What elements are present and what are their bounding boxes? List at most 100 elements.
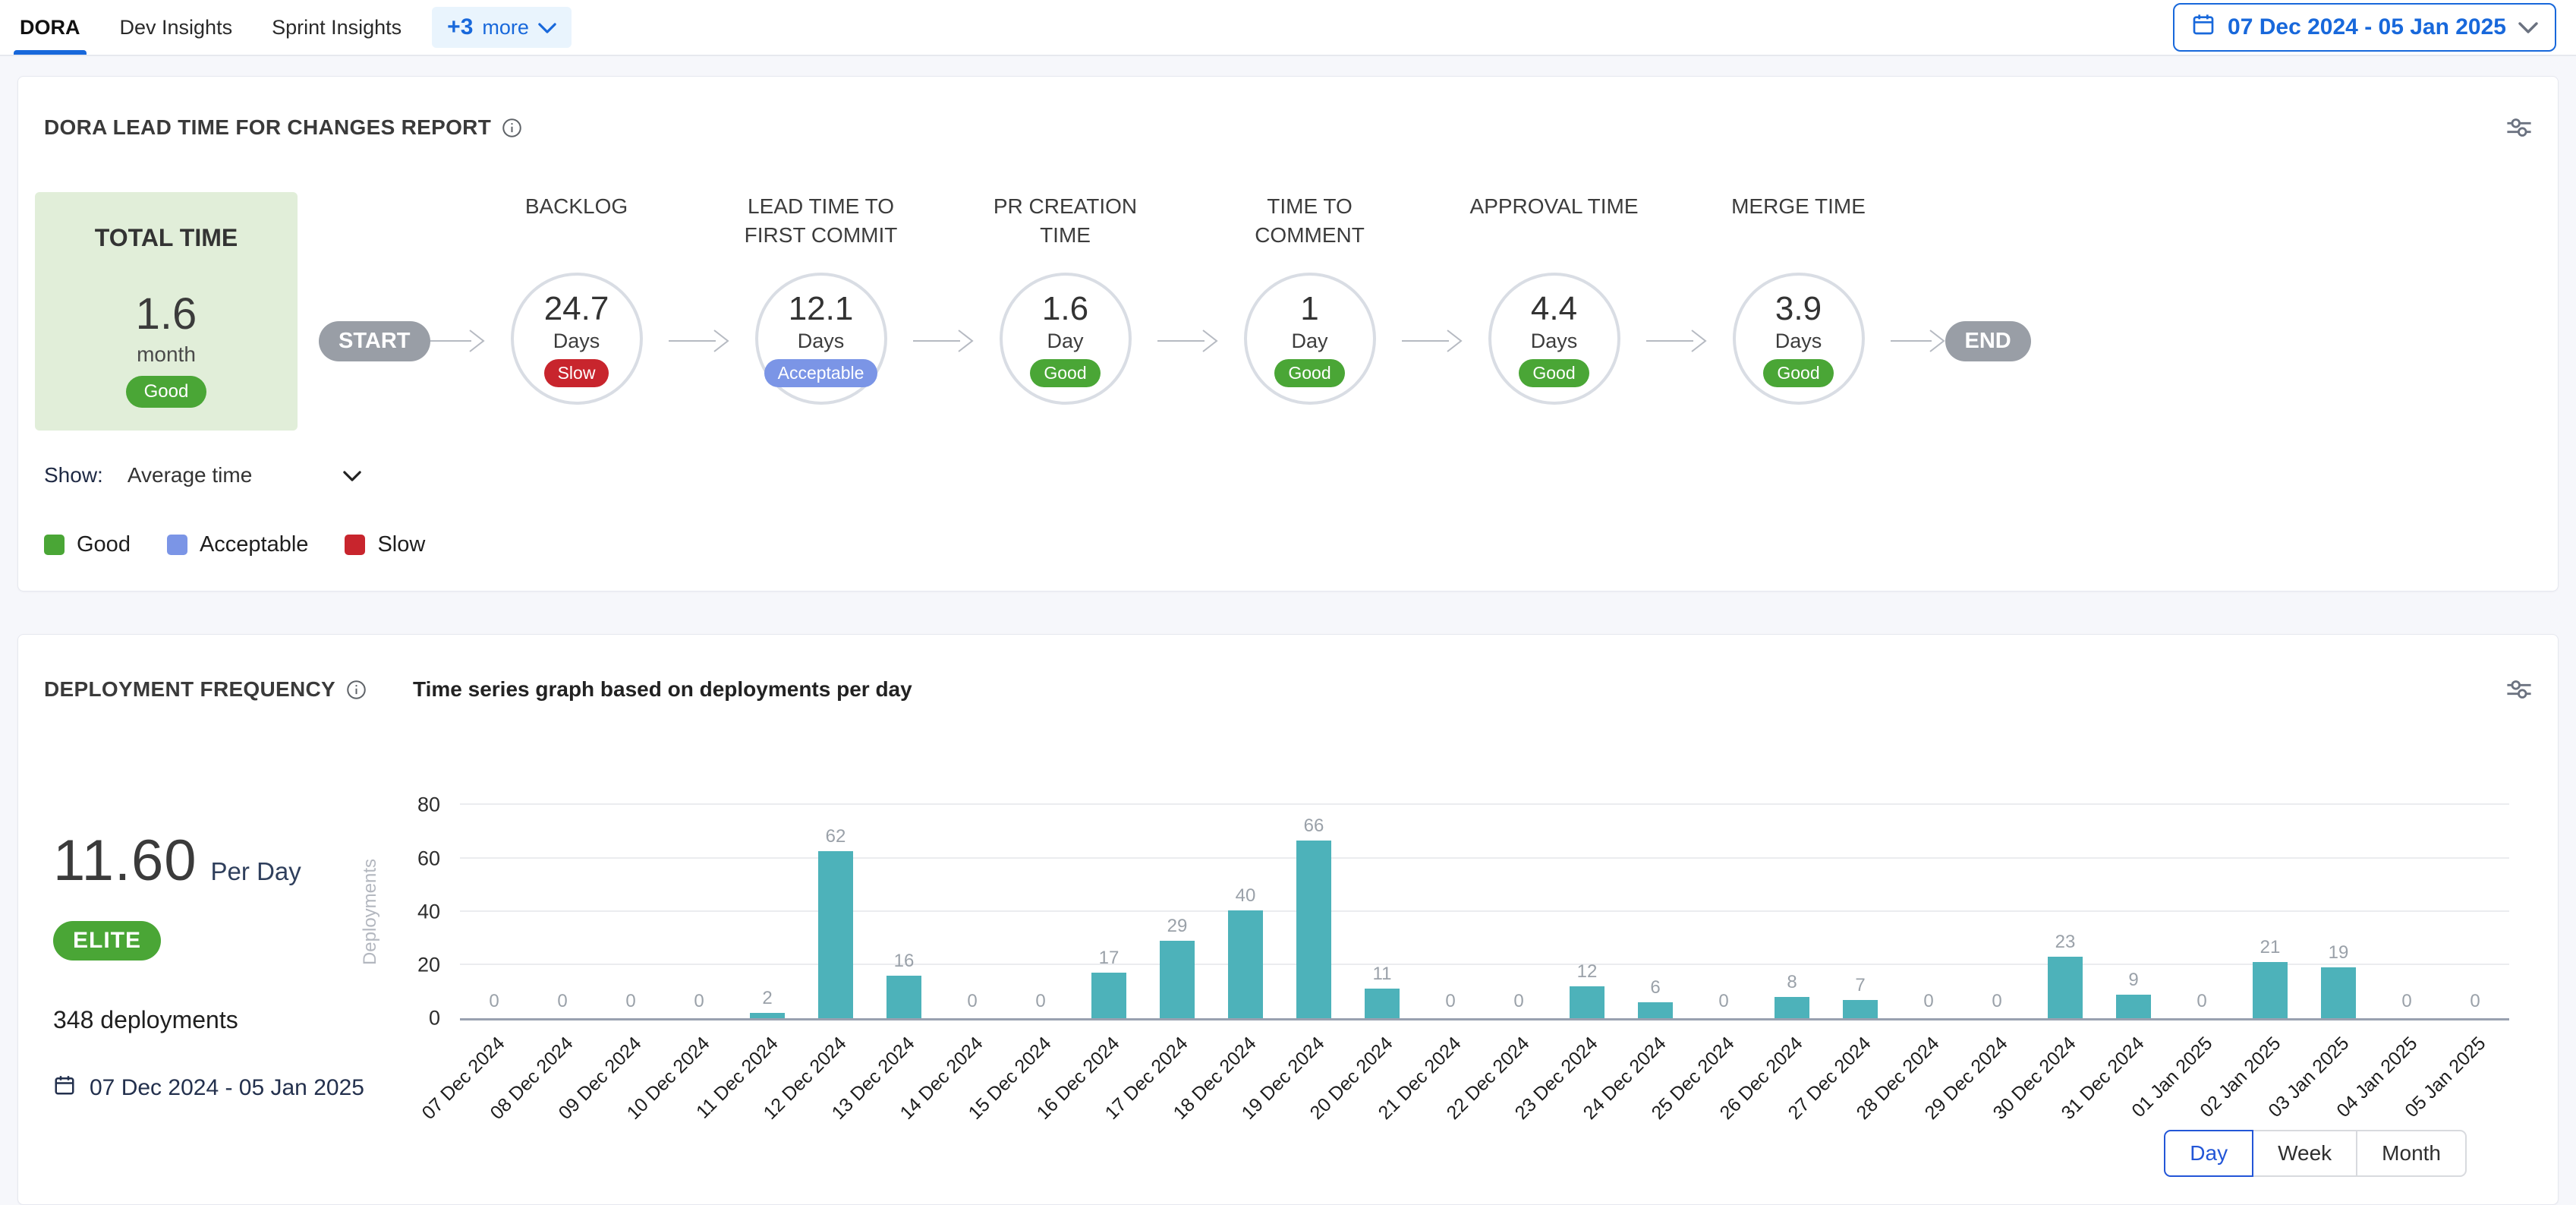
bar[interactable] [1365,989,1400,1018]
deployment-body: 11.60 Per Day ELITE 348 deployments 07 D… [18,723,2558,1204]
stage-unit: Days [1531,330,1578,353]
deployment-rate: 11.60 Per Day [53,828,387,894]
bar-value-label: 0 [694,991,704,1012]
bar-value-label: 0 [1035,991,1045,1012]
show-selector-row: Show: Average time [18,431,2558,488]
bar[interactable] [1638,1002,1673,1018]
bar-value-label: 0 [1445,991,1455,1012]
date-range-picker[interactable]: 07 Dec 2024 - 05 Jan 2025 [2173,3,2556,52]
bar-slot: 17 [1075,948,1143,1018]
calendar-icon [2191,12,2215,43]
bar[interactable] [1843,1000,1878,1019]
tab-dora[interactable]: DORA [20,0,80,55]
bar-value-label: 8 [1787,972,1797,993]
flow-stage-approval-time: APPROVAL TIME4.4DaysGood [1463,192,1646,405]
deployment-date-range: 07 Dec 2024 - 05 Jan 2025 [53,1074,387,1102]
bar-slot: 11 [1348,964,1416,1018]
bar-value-label: 11 [1373,964,1392,985]
bar-slot: 0 [528,991,597,1018]
calendar-icon [53,1074,76,1102]
tab-dev-insights[interactable]: Dev Insights [120,0,233,55]
y-axis-tick: 60 [417,847,440,870]
chart-settings-icon[interactable] [2506,115,2532,140]
bar-value-label: 0 [2470,991,2480,1012]
flow-arrow-icon [1157,324,1218,358]
bar-value-label: 0 [489,991,499,1012]
y-axis-tick: 20 [417,954,440,977]
bar-series: 0000262160017294066110012608700239021190… [460,805,2509,1018]
deployment-rate-unit: Per Day [211,857,301,886]
stage-name: LEAD TIME TO FIRST COMMIT [729,192,913,273]
bar[interactable] [1296,841,1331,1018]
stage-circle: 1.6DayGood [1000,273,1132,405]
bar[interactable] [2253,962,2288,1019]
tab-bar: DORADev InsightsSprint Insights +3 more … [0,0,2576,56]
legend-item-slow: Slow [345,532,425,557]
stage-name: BACKLOG [525,192,628,273]
x-axis-slot: 05 Jan 2025 [2441,1020,2509,1127]
bar[interactable] [1570,986,1604,1019]
bar-value-label: 19 [2329,942,2349,964]
bar-slot: 0 [1006,991,1075,1018]
bar-slot: 0 [1416,991,1485,1018]
show-metric-value: Average time [128,463,252,487]
bar-value-label: 29 [1167,916,1188,937]
bar[interactable] [1091,973,1126,1018]
more-tabs-button[interactable]: +3 more [432,7,572,48]
chart-settings-icon[interactable] [2506,677,2532,702]
flow-stage-pr-creation-time: PR CREATION TIME1.6DayGood [974,192,1157,405]
stage-value: 1.6 [1042,290,1088,328]
bar-slot: 0 [2441,991,2509,1018]
granularity-day[interactable]: Day [2164,1130,2253,1177]
deployment-title-wrap: DEPLOYMENT FREQUENCY [44,660,387,719]
stage-circle: 3.9DaysGood [1733,273,1865,405]
bar-slot: 12 [1553,961,1621,1019]
stage-name: MERGE TIME [1731,192,1866,273]
legend-swatch [167,535,187,555]
y-axis-tick: 0 [429,1007,440,1030]
stage-name: APPROVAL TIME [1470,192,1639,273]
bar[interactable] [1160,941,1195,1019]
info-icon[interactable] [346,680,367,700]
stage-value: 24.7 [544,290,609,328]
granularity-month[interactable]: Month [2356,1130,2467,1177]
bar-slot: 0 [1485,991,1553,1018]
bar-value-label: 0 [1992,991,2001,1012]
legend-swatch [345,535,365,555]
bar-slot: 7 [1826,975,1894,1019]
bar[interactable] [2116,995,2151,1019]
bar-value-label: 0 [557,991,567,1012]
bar-value-label: 6 [1650,977,1660,998]
total-time-status-badge: Good [126,376,207,408]
flow-start-pill: START [319,321,430,361]
bar[interactable] [2048,957,2083,1019]
tab-sprint-insights[interactable]: Sprint Insights [272,0,402,55]
bar[interactable] [818,851,853,1018]
bar[interactable] [750,1013,785,1018]
bar[interactable] [886,976,921,1019]
stage-value: 12.1 [789,290,854,328]
deployment-title: DEPLOYMENT FREQUENCY [44,677,387,702]
bar[interactable] [2321,967,2356,1018]
bar-value-label: 62 [826,826,846,847]
total-time-unit: month [50,342,282,367]
bar-value-label: 0 [2401,991,2411,1012]
chevron-down-icon [2518,14,2538,40]
bar-slot: 0 [938,991,1006,1018]
deployment-rate-value: 11.60 [53,828,197,894]
show-metric-select[interactable]: Average time [123,462,366,488]
bar-slot: 0 [665,991,733,1018]
bar[interactable] [1775,997,1809,1018]
bar[interactable] [1228,910,1263,1018]
bar-slot: 6 [1621,977,1690,1018]
total-time-value: 1.6 [50,289,282,339]
bar-value-label: 9 [2128,970,2138,991]
stage-unit: Days [798,330,845,353]
granularity-toggle: DayWeekMonth [387,1127,2509,1204]
info-icon[interactable] [502,118,522,138]
bar-value-label: 0 [625,991,635,1012]
lead-time-title-text: DORA LEAD TIME FOR CHANGES REPORT [44,115,491,140]
performance-tier-badge: ELITE [53,921,161,961]
bar-slot: 0 [460,991,528,1018]
granularity-week[interactable]: Week [2252,1130,2357,1177]
